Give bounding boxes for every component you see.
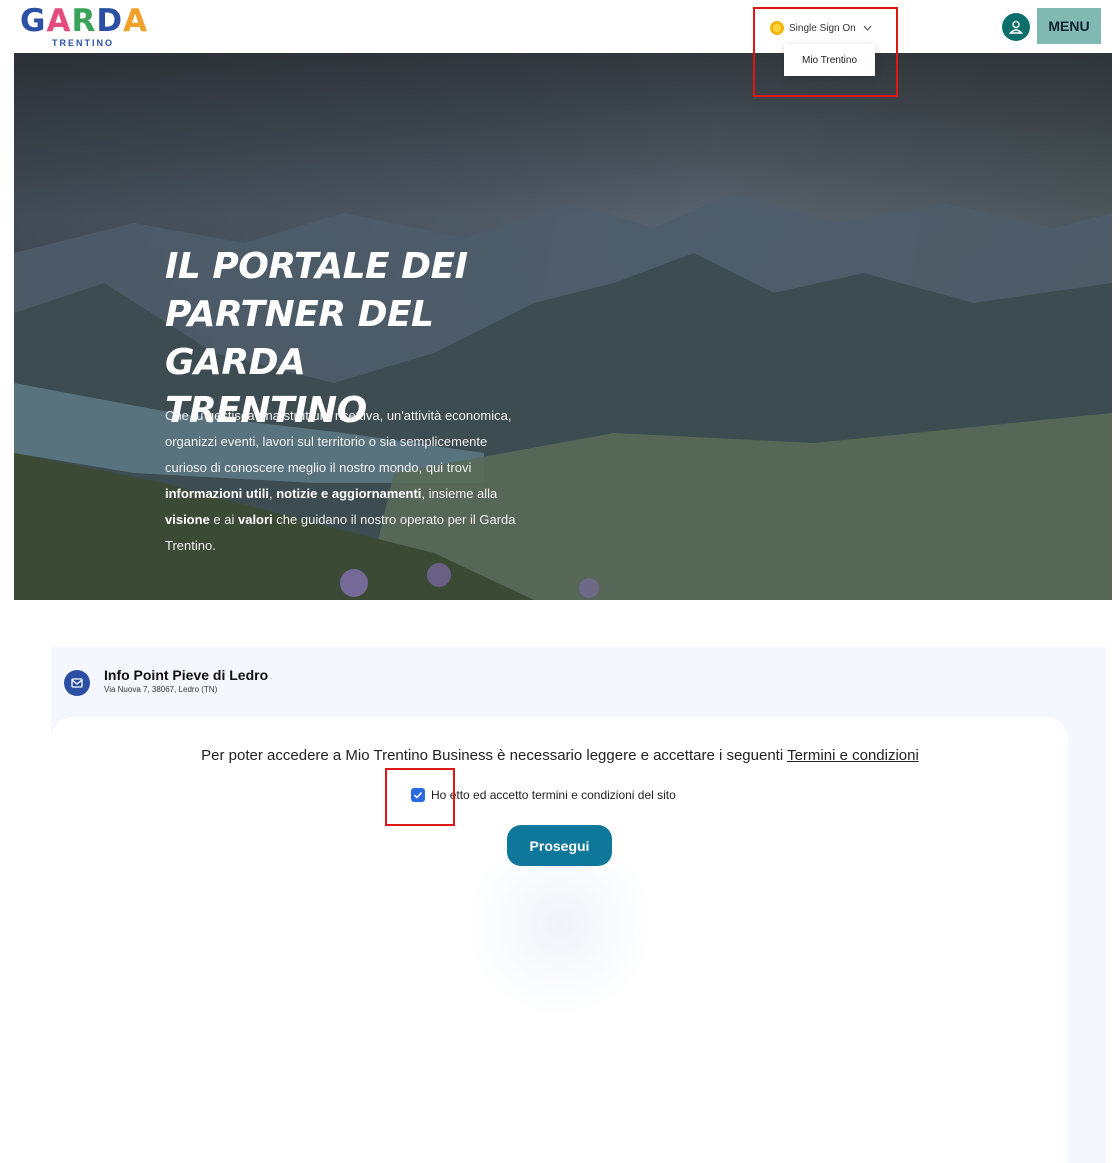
accept-terms-label: Ho etto ed accetto termini e condizioni … bbox=[431, 788, 676, 802]
terms-text: Per poter accedere a Mio Trentino Busine… bbox=[201, 747, 919, 764]
sso-icon bbox=[770, 21, 784, 35]
info-point-icon bbox=[64, 670, 90, 696]
hero-banner: IL PORTALE DEI PARTNER DEL GARDA TRENTIN… bbox=[14, 53, 1112, 600]
info-point-address: Via Nuova 7, 38067, Ledro (TN) bbox=[104, 685, 218, 694]
garda-trentino-logo[interactable]: GARDA TRENTINO bbox=[20, 4, 150, 50]
accept-terms-row[interactable]: Ho etto ed accetto termini e condizioni … bbox=[411, 786, 676, 804]
sso-label: Single Sign On bbox=[789, 22, 856, 34]
logo-word: GARDA bbox=[20, 3, 149, 39]
accept-terms-checkbox[interactable] bbox=[411, 788, 425, 802]
check-icon bbox=[413, 791, 423, 799]
single-sign-on-dropdown[interactable]: Single Sign On bbox=[770, 18, 872, 38]
site-header: GARDA TRENTINO Single Sign On MENU bbox=[0, 0, 1120, 53]
info-point-title: Info Point Pieve di Ledro bbox=[104, 667, 269, 683]
menu-button[interactable]: MENU bbox=[1037, 8, 1101, 44]
user-icon bbox=[1009, 20, 1023, 34]
sso-menu-item-mio-trentino[interactable]: Mio Trentino bbox=[802, 55, 857, 66]
chevron-down-icon bbox=[863, 23, 872, 34]
sso-dropdown-menu: Mio Trentino bbox=[784, 44, 875, 76]
logo-subtitle: TRENTINO bbox=[52, 38, 114, 48]
user-account-button[interactable] bbox=[1002, 13, 1030, 41]
prosegui-button[interactable]: Prosegui bbox=[507, 825, 612, 866]
terms-link[interactable]: Termini e condizioni bbox=[787, 747, 919, 764]
hero-description: Che tu gestisca una struttura ricettiva,… bbox=[165, 408, 516, 553]
